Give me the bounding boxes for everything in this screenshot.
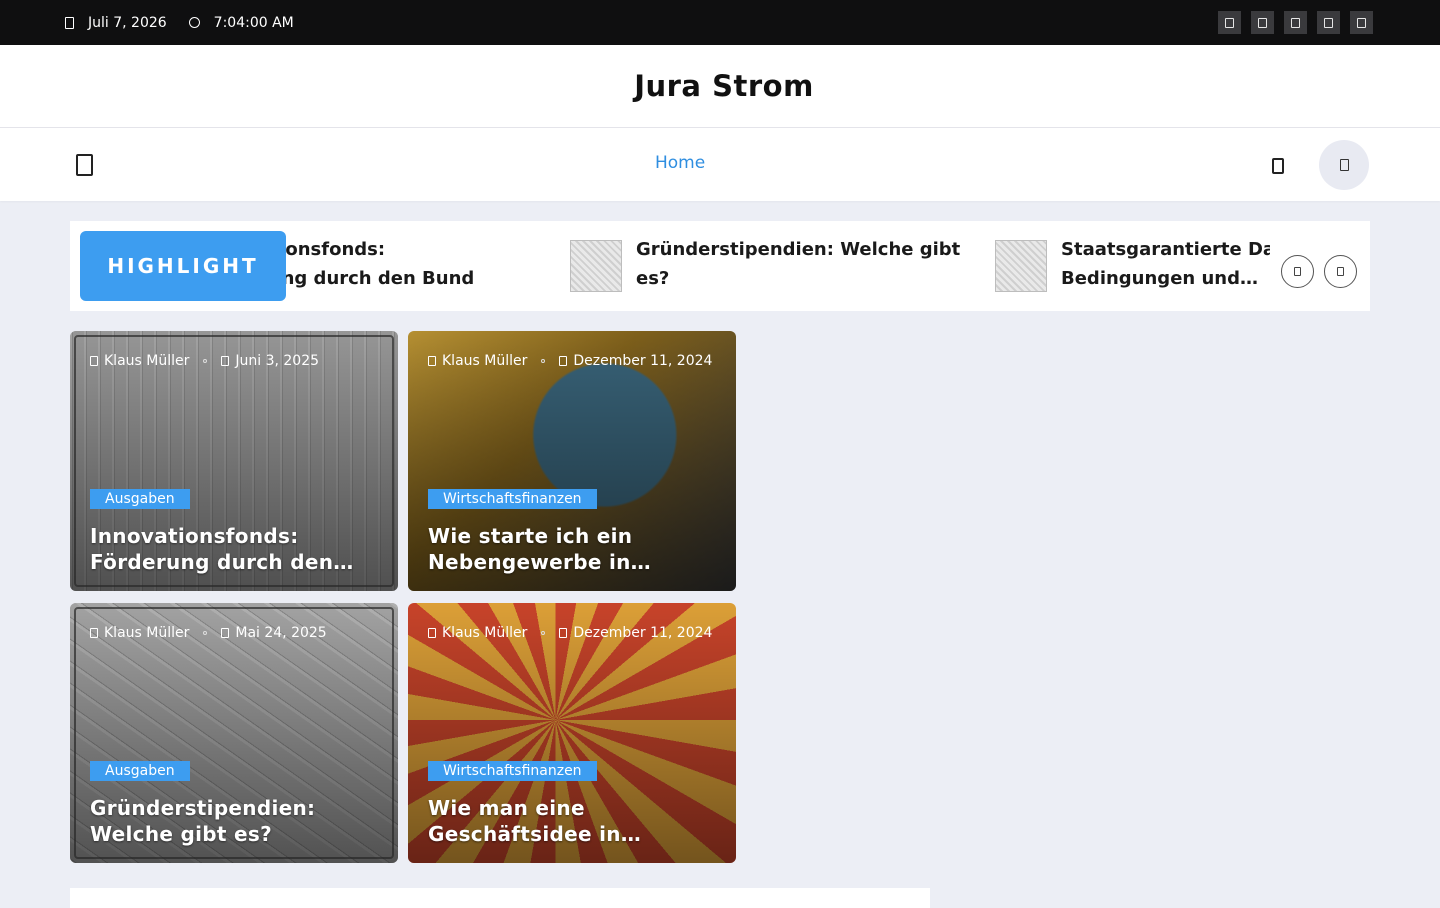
menu-toggle-icon[interactable]	[76, 154, 93, 176]
ticker-item[interactable]: Staatsgarantierte Darlehen: Bedingungen …	[995, 235, 1270, 293]
post-date: Mai 24, 2025	[235, 625, 327, 641]
post-date: Juni 3, 2025	[235, 353, 320, 369]
ticker-title: Staatsgarantierte Darlehen: Bedingungen …	[1061, 239, 1270, 289]
twitter-link[interactable]	[1251, 11, 1274, 34]
separator-dot	[203, 359, 208, 363]
post-card[interactable]: Klaus Müller Mai 24, 2025 Ausgaben Gründ…	[70, 603, 398, 863]
post-card[interactable]: Klaus Müller Juni 3, 2025 Ausgaben Innov…	[70, 331, 398, 591]
post-meta: Klaus Müller Dezember 11, 2024	[428, 625, 712, 641]
search-icon[interactable]	[1272, 158, 1284, 174]
chevron-right-icon	[1337, 267, 1344, 276]
post-date: Dezember 11, 2024	[573, 353, 713, 369]
twitter-icon	[1258, 17, 1267, 28]
time-item: 7:04:00 AM	[188, 14, 294, 31]
category-badge[interactable]: Wirtschaftsfinanzen	[428, 761, 597, 781]
linkedin-icon	[1357, 17, 1366, 28]
post-title[interactable]: Wie man eine Geschäftsidee in…	[428, 795, 718, 847]
chevron-left-icon	[1294, 267, 1301, 276]
ticker-next-button[interactable]	[1324, 255, 1357, 288]
calendar-icon	[559, 356, 568, 366]
linkedin-link[interactable]	[1350, 11, 1373, 34]
post-title[interactable]: Wie starte ich ein Nebengewerbe in…	[428, 523, 718, 575]
user-icon	[428, 356, 436, 366]
ticker-prev-button[interactable]	[1281, 255, 1314, 288]
brand-bar: Jura Strom	[0, 45, 1440, 128]
clock-icon	[188, 17, 200, 28]
instagram-icon	[1291, 17, 1300, 28]
calendar-icon	[65, 16, 74, 29]
youtube-icon	[1324, 17, 1333, 28]
ticker-title: Innovationsfonds: Förderung durch den Bu…	[286, 239, 475, 289]
separator-dot	[541, 631, 546, 635]
separator-dot	[203, 631, 208, 635]
post-meta: Klaus Müller Mai 24, 2025	[90, 625, 327, 641]
post-title[interactable]: Innovationsfonds: Förderung durch den…	[90, 523, 380, 575]
user-icon	[90, 628, 98, 638]
main-nav: Home	[0, 128, 1440, 201]
content-panel	[70, 888, 930, 908]
ticker-thumbnail	[995, 240, 1047, 292]
post-author[interactable]: Klaus Müller	[442, 625, 527, 641]
moon-icon	[1339, 159, 1349, 171]
calendar-icon	[559, 628, 568, 638]
nav-home[interactable]: Home	[655, 153, 705, 173]
youtube-link[interactable]	[1317, 11, 1340, 34]
facebook-link[interactable]	[1218, 11, 1241, 34]
ticker-item[interactable]: Innovationsfonds: Förderung durch den Bu…	[286, 235, 492, 293]
separator-dot	[541, 359, 546, 363]
calendar-icon	[221, 628, 230, 638]
facebook-icon	[1225, 17, 1234, 28]
post-card[interactable]: Klaus Müller Dezember 11, 2024 Wirtschaf…	[408, 331, 736, 591]
post-card[interactable]: Klaus Müller Dezember 11, 2024 Wirtschaf…	[408, 603, 736, 863]
post-author[interactable]: Klaus Müller	[442, 353, 527, 369]
site-title[interactable]: Jura Strom	[626, 69, 814, 103]
user-icon	[428, 628, 436, 638]
post-date: Dezember 11, 2024	[573, 625, 713, 641]
post-author[interactable]: Klaus Müller	[104, 353, 189, 369]
category-badge[interactable]: Ausgaben	[90, 489, 190, 509]
top-bar: Juli 7, 2026 7:04:00 AM	[0, 0, 1440, 45]
ticker-title: Gründerstipendien: Welche gibt es?	[636, 239, 961, 289]
post-title[interactable]: Gründerstipendien: Welche gibt es?	[90, 795, 380, 847]
current-time: 7:04:00 AM	[213, 14, 294, 31]
current-date: Juli 7, 2026	[88, 14, 167, 31]
instagram-link[interactable]	[1284, 11, 1307, 34]
dark-mode-toggle[interactable]	[1319, 140, 1369, 190]
ticker-thumbnail	[570, 240, 622, 292]
date-time: Juli 7, 2026 7:04:00 AM	[65, 15, 316, 31]
post-author[interactable]: Klaus Müller	[104, 625, 189, 641]
social-links	[1218, 11, 1373, 34]
post-meta: Klaus Müller Dezember 11, 2024	[428, 353, 712, 369]
user-icon	[90, 356, 98, 366]
highlight-ticker: HIGHLIGHT Innovationsfonds: Förderung du…	[70, 221, 1370, 311]
calendar-icon	[221, 356, 230, 366]
date-item: Juli 7, 2026	[65, 15, 167, 31]
ticker-track: Innovationsfonds: Förderung durch den Bu…	[286, 221, 1270, 311]
highlight-badge: HIGHLIGHT	[80, 231, 286, 301]
category-badge[interactable]: Wirtschaftsfinanzen	[428, 489, 597, 509]
category-badge[interactable]: Ausgaben	[90, 761, 190, 781]
ticker-item[interactable]: Gründerstipendien: Welche gibt es?	[570, 235, 976, 293]
post-meta: Klaus Müller Juni 3, 2025	[90, 353, 319, 369]
